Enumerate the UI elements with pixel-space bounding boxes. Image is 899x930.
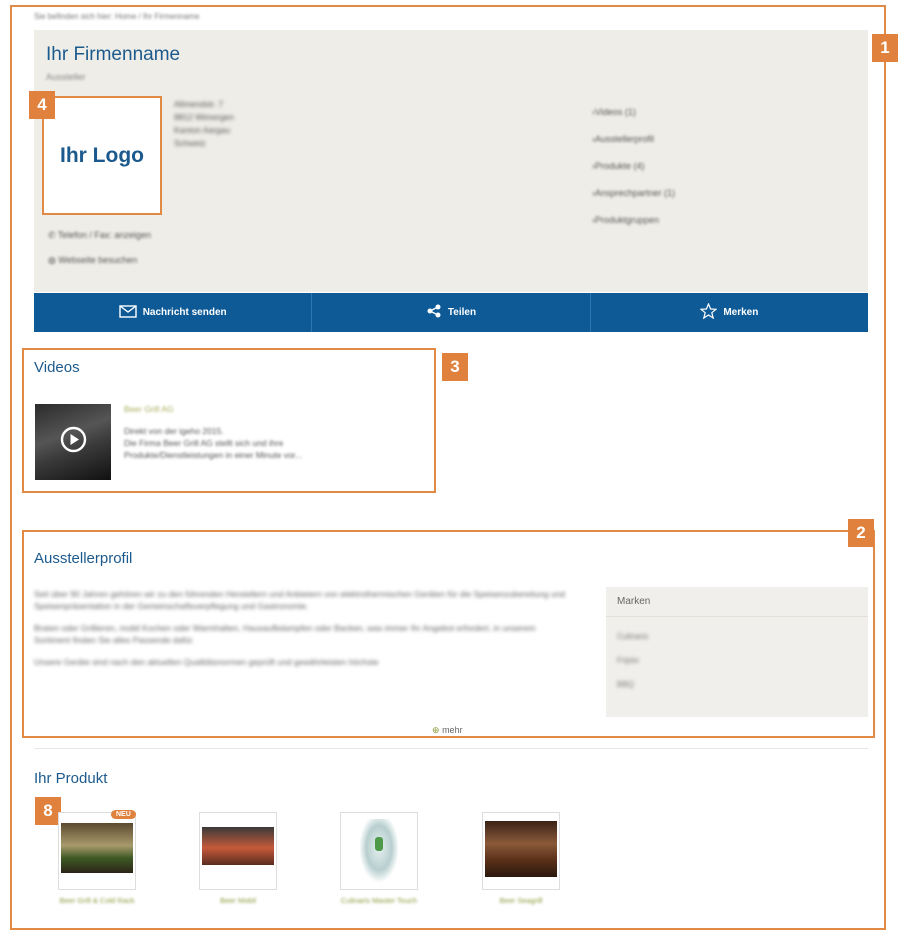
page-title: Ihr Firmenname: [46, 44, 181, 65]
section-links: ›Videos (1) ›Ausstellerprofil ›Produkte …: [592, 99, 675, 234]
product-image: [61, 823, 133, 873]
product-name[interactable]: Beer Grill & Cold Rack: [42, 896, 152, 905]
link-product-groups[interactable]: ›Produktgruppen: [592, 207, 675, 234]
share-icon: [426, 304, 442, 321]
breadcrumb[interactable]: Sie befinden sich hier: Home / Ihr Firme…: [34, 12, 199, 21]
product-card[interactable]: [482, 812, 560, 890]
section-divider: [34, 748, 868, 749]
product-card[interactable]: [199, 812, 277, 890]
video-name[interactable]: Beer Grill AG: [124, 403, 302, 415]
more-label: mehr: [442, 725, 463, 735]
product-image-accent: [375, 837, 383, 851]
video-info: Beer Grill AG Direkt von der igeho 2015.…: [124, 403, 302, 461]
action-bar: Nachricht senden Teilen Merken: [34, 293, 868, 332]
share-button[interactable]: Teilen: [312, 293, 591, 332]
brands-panel: Marken Culinaris Frijolo BBQ: [606, 587, 868, 717]
website-label: Webseite besuchen: [58, 255, 138, 265]
address-line: 8812 Wimergen: [174, 112, 235, 122]
profile-text: Seit über 90 Jahren gehören wir zu den f…: [34, 588, 574, 668]
phone-icon: ✆: [48, 230, 56, 240]
profile-heading: Ausstellerprofil: [34, 550, 133, 567]
bookmark-label: Merken: [723, 307, 759, 318]
company-type: Aussteller: [46, 72, 86, 82]
send-message-button[interactable]: Nachricht senden: [34, 293, 313, 332]
products-heading: Ihr Produkt: [34, 770, 108, 787]
brands-list: Culinaris Frijolo BBQ: [606, 617, 868, 705]
product-card[interactable]: [58, 812, 136, 890]
link-products[interactable]: ›Produkte (4): [592, 153, 675, 180]
link-contacts[interactable]: ›Ansprechpartner (1): [592, 180, 675, 207]
website-link[interactable]: ◍ Webseite besuchen: [48, 255, 137, 266]
more-link[interactable]: ⊕ mehr: [432, 725, 463, 736]
annotation-badge-4: 4: [29, 91, 55, 119]
video-desc-line: Produkte/Dienstleistungen in einer Minut…: [124, 450, 303, 460]
phone-label: Telefon / Fax: anzeigen: [57, 230, 151, 240]
brand-item[interactable]: Culinaris: [617, 625, 857, 649]
video-desc-line: Die Firma Beer Grill AG stellt sich und …: [124, 438, 284, 448]
link-videos[interactable]: ›Videos (1): [592, 99, 675, 126]
plus-circle-icon: ⊕: [432, 725, 440, 735]
address-line: Kanton Aargau: [174, 125, 231, 135]
product-name[interactable]: Beer Seagrill: [466, 896, 576, 905]
brand-item[interactable]: BBQ: [617, 673, 857, 697]
profile-paragraph: Unsere Geräte sind nach den aktuellen Qu…: [34, 657, 379, 667]
share-label: Teilen: [447, 307, 477, 318]
product-image: [202, 827, 274, 865]
product-name[interactable]: Culinaris Master Touch: [324, 896, 434, 905]
play-icon[interactable]: [60, 426, 87, 458]
profile-paragraph: Braten oder Grillieren, mobil Kochen ode…: [34, 623, 536, 645]
envelope-icon: [119, 304, 137, 321]
phone-link[interactable]: ✆ Telefon / Fax: anzeigen: [48, 230, 151, 241]
bookmark-button[interactable]: Merken: [591, 293, 868, 332]
brands-heading: Marken: [606, 587, 868, 617]
product-image: [485, 821, 557, 877]
profile-paragraph: Seit über 90 Jahren gehören wir zu den f…: [34, 589, 566, 611]
link-profile[interactable]: ›Ausstellerprofil: [592, 126, 675, 153]
annotation-badge-1: 1: [872, 34, 898, 62]
address-line: Schweiz: [174, 138, 206, 148]
brand-item[interactable]: Frijolo: [617, 649, 857, 673]
star-icon: [699, 302, 718, 322]
send-message-label: Nachricht senden: [142, 307, 227, 318]
annotation-badge-2: 2: [848, 519, 874, 547]
globe-icon: ◍: [48, 255, 56, 265]
new-badge: NEU: [111, 810, 136, 819]
video-desc-line: Direkt von der igeho 2015.: [124, 426, 224, 436]
address-line: Allmendstr. 7: [174, 99, 224, 109]
product-name[interactable]: Beer Mobil: [183, 896, 293, 905]
annotation-badge-3: 3: [442, 353, 468, 381]
product-card[interactable]: [340, 812, 418, 890]
video-thumbnail[interactable]: [35, 404, 111, 480]
company-address: Allmendstr. 7 8812 Wimergen Kanton Aarga…: [174, 98, 234, 150]
videos-heading: Videos: [34, 359, 80, 376]
product-image: [359, 819, 399, 883]
company-logo: Ihr Logo: [42, 96, 162, 215]
